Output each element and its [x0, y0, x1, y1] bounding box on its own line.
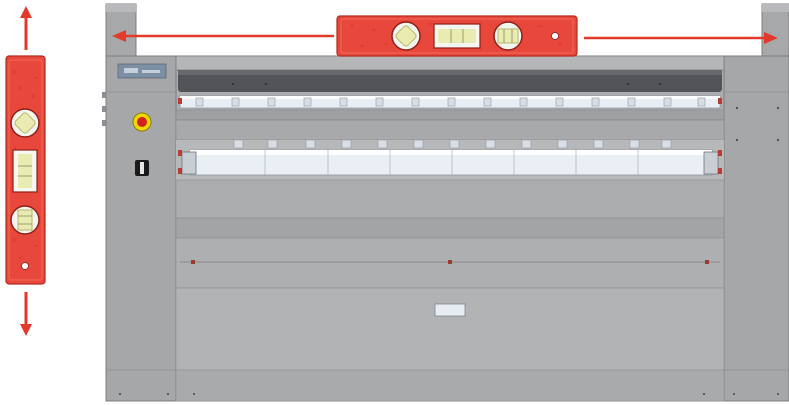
left-column-post — [105, 3, 137, 61]
right-side-panel — [723, 55, 789, 402]
vertical-level-group — [5, 6, 46, 336]
main-switch-icon — [135, 160, 149, 176]
front-panel — [175, 287, 725, 371]
ironer-machine — [102, 3, 789, 402]
body-panel — [175, 217, 725, 239]
front-label-plate — [434, 303, 466, 317]
arrow-left-icon — [112, 30, 334, 42]
body-panel — [175, 179, 725, 219]
lower-roller — [176, 139, 724, 180]
horizontal-level-group — [112, 15, 778, 57]
arrow-up-icon — [20, 6, 32, 50]
ironer-leveling-illustration — [5, 3, 789, 402]
vertical-spirit-level — [5, 55, 46, 285]
upper-roller — [178, 95, 722, 109]
right-column-post — [761, 3, 789, 61]
machine-base — [175, 369, 725, 402]
arrow-down-icon — [20, 292, 32, 336]
strip — [175, 109, 725, 121]
left-side-panel — [102, 55, 177, 402]
arrow-right-icon — [584, 32, 778, 44]
strip — [175, 119, 725, 141]
top-cover — [175, 55, 725, 92]
emergency-stop-icon — [132, 112, 152, 132]
horizontal-spirit-level — [336, 15, 578, 57]
